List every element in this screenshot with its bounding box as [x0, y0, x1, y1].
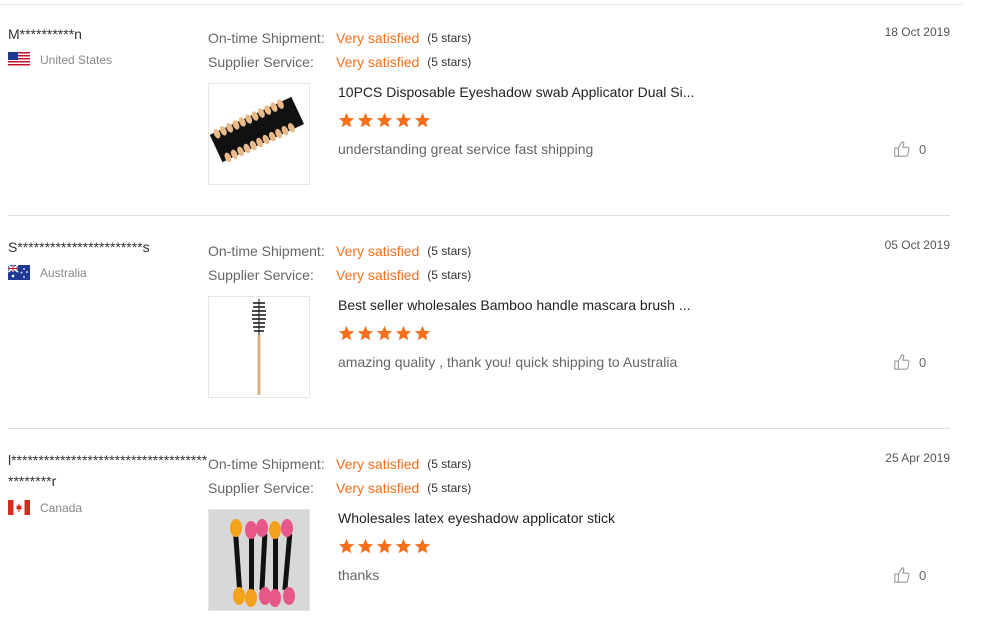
star-icon	[414, 112, 431, 128]
star-icon	[395, 538, 412, 554]
like-count: 0	[919, 567, 927, 583]
au-flag-icon	[7, 264, 30, 280]
like-count: 0	[919, 354, 927, 370]
thumbs-up-icon	[894, 354, 910, 370]
star-icon	[338, 538, 355, 554]
reviewer-name: M**********n	[8, 26, 82, 42]
review-date: 25 Apr 2019	[885, 451, 950, 465]
helpful-button[interactable]: 0	[893, 566, 926, 584]
star-icon	[338, 325, 355, 341]
star-icon	[357, 538, 374, 554]
star-icon	[376, 538, 393, 554]
supplier-label: Supplier Service:	[208, 54, 314, 70]
star-icon	[414, 538, 431, 554]
review-item: M**********n United States On-time Shipm…	[0, 4, 1005, 217]
reviewer-country: United States	[8, 52, 112, 67]
ontime-value: Very satisfied	[336, 456, 420, 472]
supplier-label: Supplier Service:	[208, 267, 314, 283]
review-date: 18 Oct 2019	[884, 25, 950, 39]
product-title-link[interactable]: Best seller wholesales Bamboo handle mas…	[338, 297, 691, 313]
reviewer-name: S***********************s	[8, 239, 150, 255]
star-icon	[395, 325, 412, 341]
supplier-value: Very satisfied	[336, 54, 420, 70]
supplier-stars: (5 stars)	[427, 481, 472, 495]
product-thumbnail[interactable]	[208, 83, 310, 185]
reviewer-country: Australia	[7, 264, 87, 280]
star-icon	[376, 112, 393, 128]
us-flag-icon	[8, 52, 30, 67]
seller-ratings: On-time Shipment: Very satisfied (5 stars)…	[208, 26, 471, 74]
star-rating	[338, 112, 431, 129]
like-count: 0	[919, 141, 927, 157]
star-icon	[376, 325, 393, 341]
star-rating	[338, 538, 431, 555]
ontime-stars: (5 stars)	[427, 457, 472, 471]
star-icon	[395, 112, 412, 128]
country-label: Australia	[40, 265, 87, 280]
supplier-stars: (5 stars)	[427, 55, 472, 69]
review-divider	[8, 215, 950, 216]
ca-flag-icon	[8, 500, 30, 515]
star-icon	[357, 112, 374, 128]
product-thumbnail[interactable]	[208, 509, 310, 611]
reviewer-name: l***************************************…	[8, 452, 208, 489]
country-label: Canada	[40, 500, 83, 515]
thumbs-up-icon	[894, 141, 910, 157]
review-comment: amazing quality , thank you! quick shipp…	[338, 354, 678, 370]
supplier-label: Supplier Service:	[208, 480, 314, 496]
star-icon	[338, 112, 355, 128]
helpful-button[interactable]: 0	[893, 353, 926, 371]
review-item: l***************************************…	[0, 430, 1005, 643]
review-comment: understanding great service fast shippin…	[338, 141, 594, 157]
product-thumbnail[interactable]	[208, 296, 310, 398]
ontime-value: Very satisfied	[336, 243, 420, 259]
ontime-stars: (5 stars)	[427, 31, 472, 45]
review-divider	[8, 428, 950, 429]
star-icon	[357, 325, 374, 341]
ontime-label: On-time Shipment:	[208, 243, 325, 259]
thumbs-up-icon	[894, 567, 910, 583]
reviewer-country: Canada	[8, 500, 82, 515]
country-label: United States	[40, 52, 113, 67]
seller-ratings: On-time Shipment: Very satisfied (5 stars)…	[208, 452, 471, 500]
product-title-link[interactable]: Wholesales latex eyeshadow applicator st…	[338, 510, 615, 526]
ontime-label: On-time Shipment:	[208, 456, 325, 472]
ontime-value: Very satisfied	[336, 30, 420, 46]
ontime-label: On-time Shipment:	[208, 30, 325, 46]
supplier-value: Very satisfied	[336, 267, 420, 283]
product-title-link[interactable]: 10PCS Disposable Eyeshadow swab Applicat…	[338, 84, 694, 100]
review-date: 05 Oct 2019	[884, 238, 950, 252]
review-item: S***********************s Australia On-t…	[0, 217, 1005, 430]
supplier-stars: (5 stars)	[427, 268, 472, 282]
star-rating	[338, 325, 431, 342]
supplier-value: Very satisfied	[336, 480, 420, 496]
review-comment: thanks	[338, 567, 380, 583]
helpful-button[interactable]: 0	[893, 140, 926, 158]
ontime-stars: (5 stars)	[427, 244, 472, 258]
star-icon	[414, 325, 431, 341]
seller-ratings: On-time Shipment: Very satisfied (5 stars)…	[208, 239, 471, 287]
